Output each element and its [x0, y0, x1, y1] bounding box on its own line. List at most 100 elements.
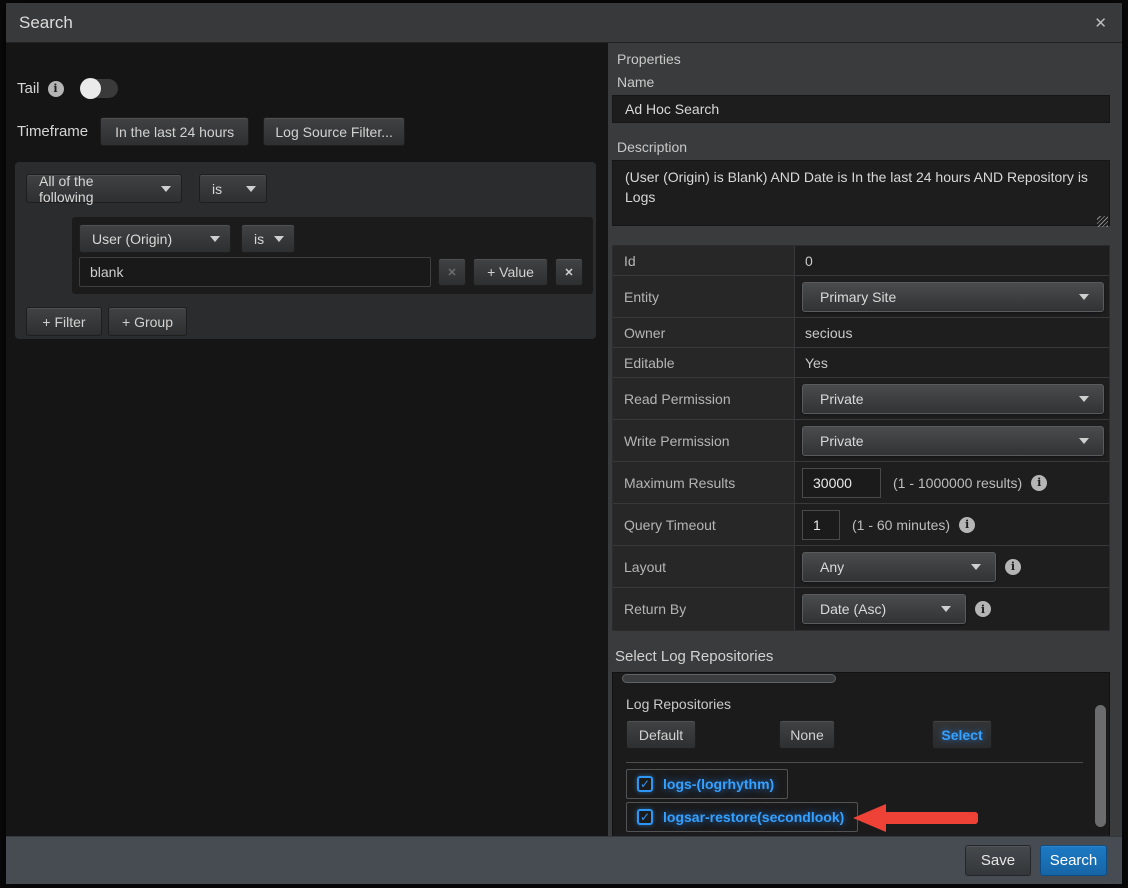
properties-header: Properties — [617, 51, 1110, 67]
properties-panel: Properties Name Description (User (Origi… — [608, 43, 1122, 836]
repo-item-label: logsar-restore(secondlook) — [663, 809, 844, 825]
vertical-scrollbar-thumb[interactable] — [1095, 705, 1106, 827]
description-wrap: (User (Origin) is Blank) AND Date is In … — [612, 160, 1110, 231]
info-icon[interactable]: i — [1031, 475, 1047, 491]
resize-handle-icon[interactable] — [1097, 216, 1108, 227]
caret-down-icon — [1079, 396, 1089, 402]
name-label: Name — [617, 74, 1110, 90]
remove-filter-button[interactable]: ✕ — [555, 258, 583, 286]
info-icon[interactable]: i — [1005, 559, 1021, 575]
maximum-results-hint: (1 - 1000000 results) — [893, 475, 1022, 491]
filter-group-header: All of the following is — [26, 174, 585, 203]
id-value: 0 — [802, 253, 813, 269]
row-label: Read Permission — [613, 378, 794, 419]
arrow-shaft — [884, 812, 978, 824]
caret-down-icon — [246, 186, 256, 192]
write-permission-dropdown[interactable]: Private — [802, 426, 1104, 456]
checkbox-checked-icon[interactable]: ✓ — [637, 776, 653, 792]
filter-row: User (Origin) is ✕ + Value — [72, 217, 593, 294]
name-input[interactable] — [612, 95, 1110, 123]
layout-value: Any — [820, 559, 844, 575]
select-log-repositories-header: Select Log Repositories — [615, 648, 1110, 665]
add-filter-button[interactable]: + Filter — [26, 307, 102, 336]
layout-dropdown[interactable]: Any — [802, 552, 996, 582]
filter-condition-dropdown[interactable]: is — [241, 224, 295, 253]
add-group-button[interactable]: + Group — [108, 307, 187, 336]
search-dialog: Search ✕ Tail i Timeframe In the last 24… — [6, 3, 1122, 884]
caret-down-icon — [971, 564, 981, 570]
query-timeout-input[interactable] — [802, 510, 840, 540]
description-label: Description — [617, 139, 1110, 155]
close-icon[interactable]: ✕ — [1094, 14, 1107, 32]
dialog-title: Search — [19, 13, 73, 33]
horizontal-scrollbar-thumb[interactable] — [622, 674, 836, 683]
row-label: Editable — [613, 348, 794, 377]
row-label: Owner — [613, 318, 794, 347]
add-value-button[interactable]: + Value — [473, 258, 548, 286]
maximum-results-input[interactable] — [802, 468, 881, 498]
caret-down-icon — [1079, 438, 1089, 444]
filter-row-header: User (Origin) is — [79, 224, 586, 253]
filter-group-actions: + Filter + Group — [26, 307, 585, 336]
caret-down-icon — [1079, 294, 1089, 300]
editable-value: Yes — [802, 355, 828, 371]
table-row: Maximum Results (1 - 1000000 results) i — [613, 462, 1109, 504]
group-condition-dropdown[interactable]: is — [199, 174, 267, 203]
log-source-filter-button[interactable]: Log Source Filter... — [263, 117, 405, 146]
row-label: Layout — [613, 546, 794, 587]
return-by-value: Date (Asc) — [820, 601, 886, 617]
filter-field-value: User (Origin) — [92, 231, 172, 247]
search-button[interactable]: Search — [1040, 845, 1107, 876]
table-row: Entity Primary Site — [613, 276, 1109, 318]
checkbox-checked-icon[interactable]: ✓ — [637, 809, 653, 825]
return-by-dropdown[interactable]: Date (Asc) — [802, 594, 966, 624]
table-row: Read Permission Private — [613, 378, 1109, 420]
group-operator-dropdown[interactable]: All of the following — [26, 174, 182, 203]
info-icon[interactable]: i — [975, 601, 991, 617]
filter-condition-value: is — [254, 231, 264, 247]
table-row: Return By Date (Asc) i — [613, 588, 1109, 630]
entity-dropdown[interactable]: Primary Site — [802, 282, 1104, 312]
entity-value: Primary Site — [820, 289, 896, 305]
filter-value-row: ✕ + Value ✕ — [79, 257, 586, 287]
tail-row: Tail i — [17, 79, 608, 98]
log-repositories-title: Log Repositories — [626, 696, 731, 712]
timeframe-button[interactable]: In the last 24 hours — [100, 117, 249, 146]
caret-down-icon — [274, 236, 284, 242]
filter-field-dropdown[interactable]: User (Origin) — [79, 224, 231, 253]
dialog-content: Tail i Timeframe In the last 24 hours Lo… — [6, 43, 1122, 836]
log-repositories-panel: Log Repositories Default None Select ✓ l… — [612, 672, 1110, 836]
repo-item-label: logs-(logrhythm) — [663, 776, 774, 792]
dialog-footer: Save Search — [6, 836, 1122, 884]
remove-value-button[interactable]: ✕ — [438, 258, 466, 286]
write-permission-value: Private — [820, 433, 864, 449]
tail-toggle[interactable] — [81, 79, 118, 98]
arrow-head — [853, 804, 886, 832]
default-button[interactable]: Default — [626, 720, 696, 749]
description-textarea[interactable]: (User (Origin) is Blank) AND Date is In … — [612, 160, 1110, 226]
timeframe-label: Timeframe — [17, 123, 88, 140]
info-icon[interactable]: i — [959, 517, 975, 533]
table-row: Editable Yes — [613, 348, 1109, 378]
table-row: Owner secious — [613, 318, 1109, 348]
owner-value: secious — [802, 325, 852, 341]
filter-group: All of the following is User (Origin) — [15, 162, 596, 339]
search-criteria-panel: Tail i Timeframe In the last 24 hours Lo… — [6, 43, 608, 836]
row-label: Write Permission — [613, 420, 794, 461]
info-icon[interactable]: i — [48, 81, 64, 97]
properties-table: Id 0 Entity Primary Site Owner — [612, 245, 1110, 631]
filter-value-input[interactable] — [79, 257, 431, 287]
save-button[interactable]: Save — [965, 845, 1031, 876]
none-button[interactable]: None — [779, 720, 835, 749]
row-label: Maximum Results — [613, 462, 794, 503]
select-button[interactable]: Select — [932, 720, 992, 749]
table-row: Id 0 — [613, 246, 1109, 276]
read-permission-dropdown[interactable]: Private — [802, 384, 1104, 414]
repo-item-logs-logrhythm[interactable]: ✓ logs-(logrhythm) — [626, 769, 788, 799]
row-label: Query Timeout — [613, 504, 794, 545]
divider — [626, 762, 1083, 763]
row-label: Entity — [613, 276, 794, 317]
repo-item-logsar-restore-secondlook[interactable]: ✓ logsar-restore(secondlook) — [626, 802, 858, 832]
table-row: Write Permission Private — [613, 420, 1109, 462]
caret-down-icon — [210, 236, 220, 242]
